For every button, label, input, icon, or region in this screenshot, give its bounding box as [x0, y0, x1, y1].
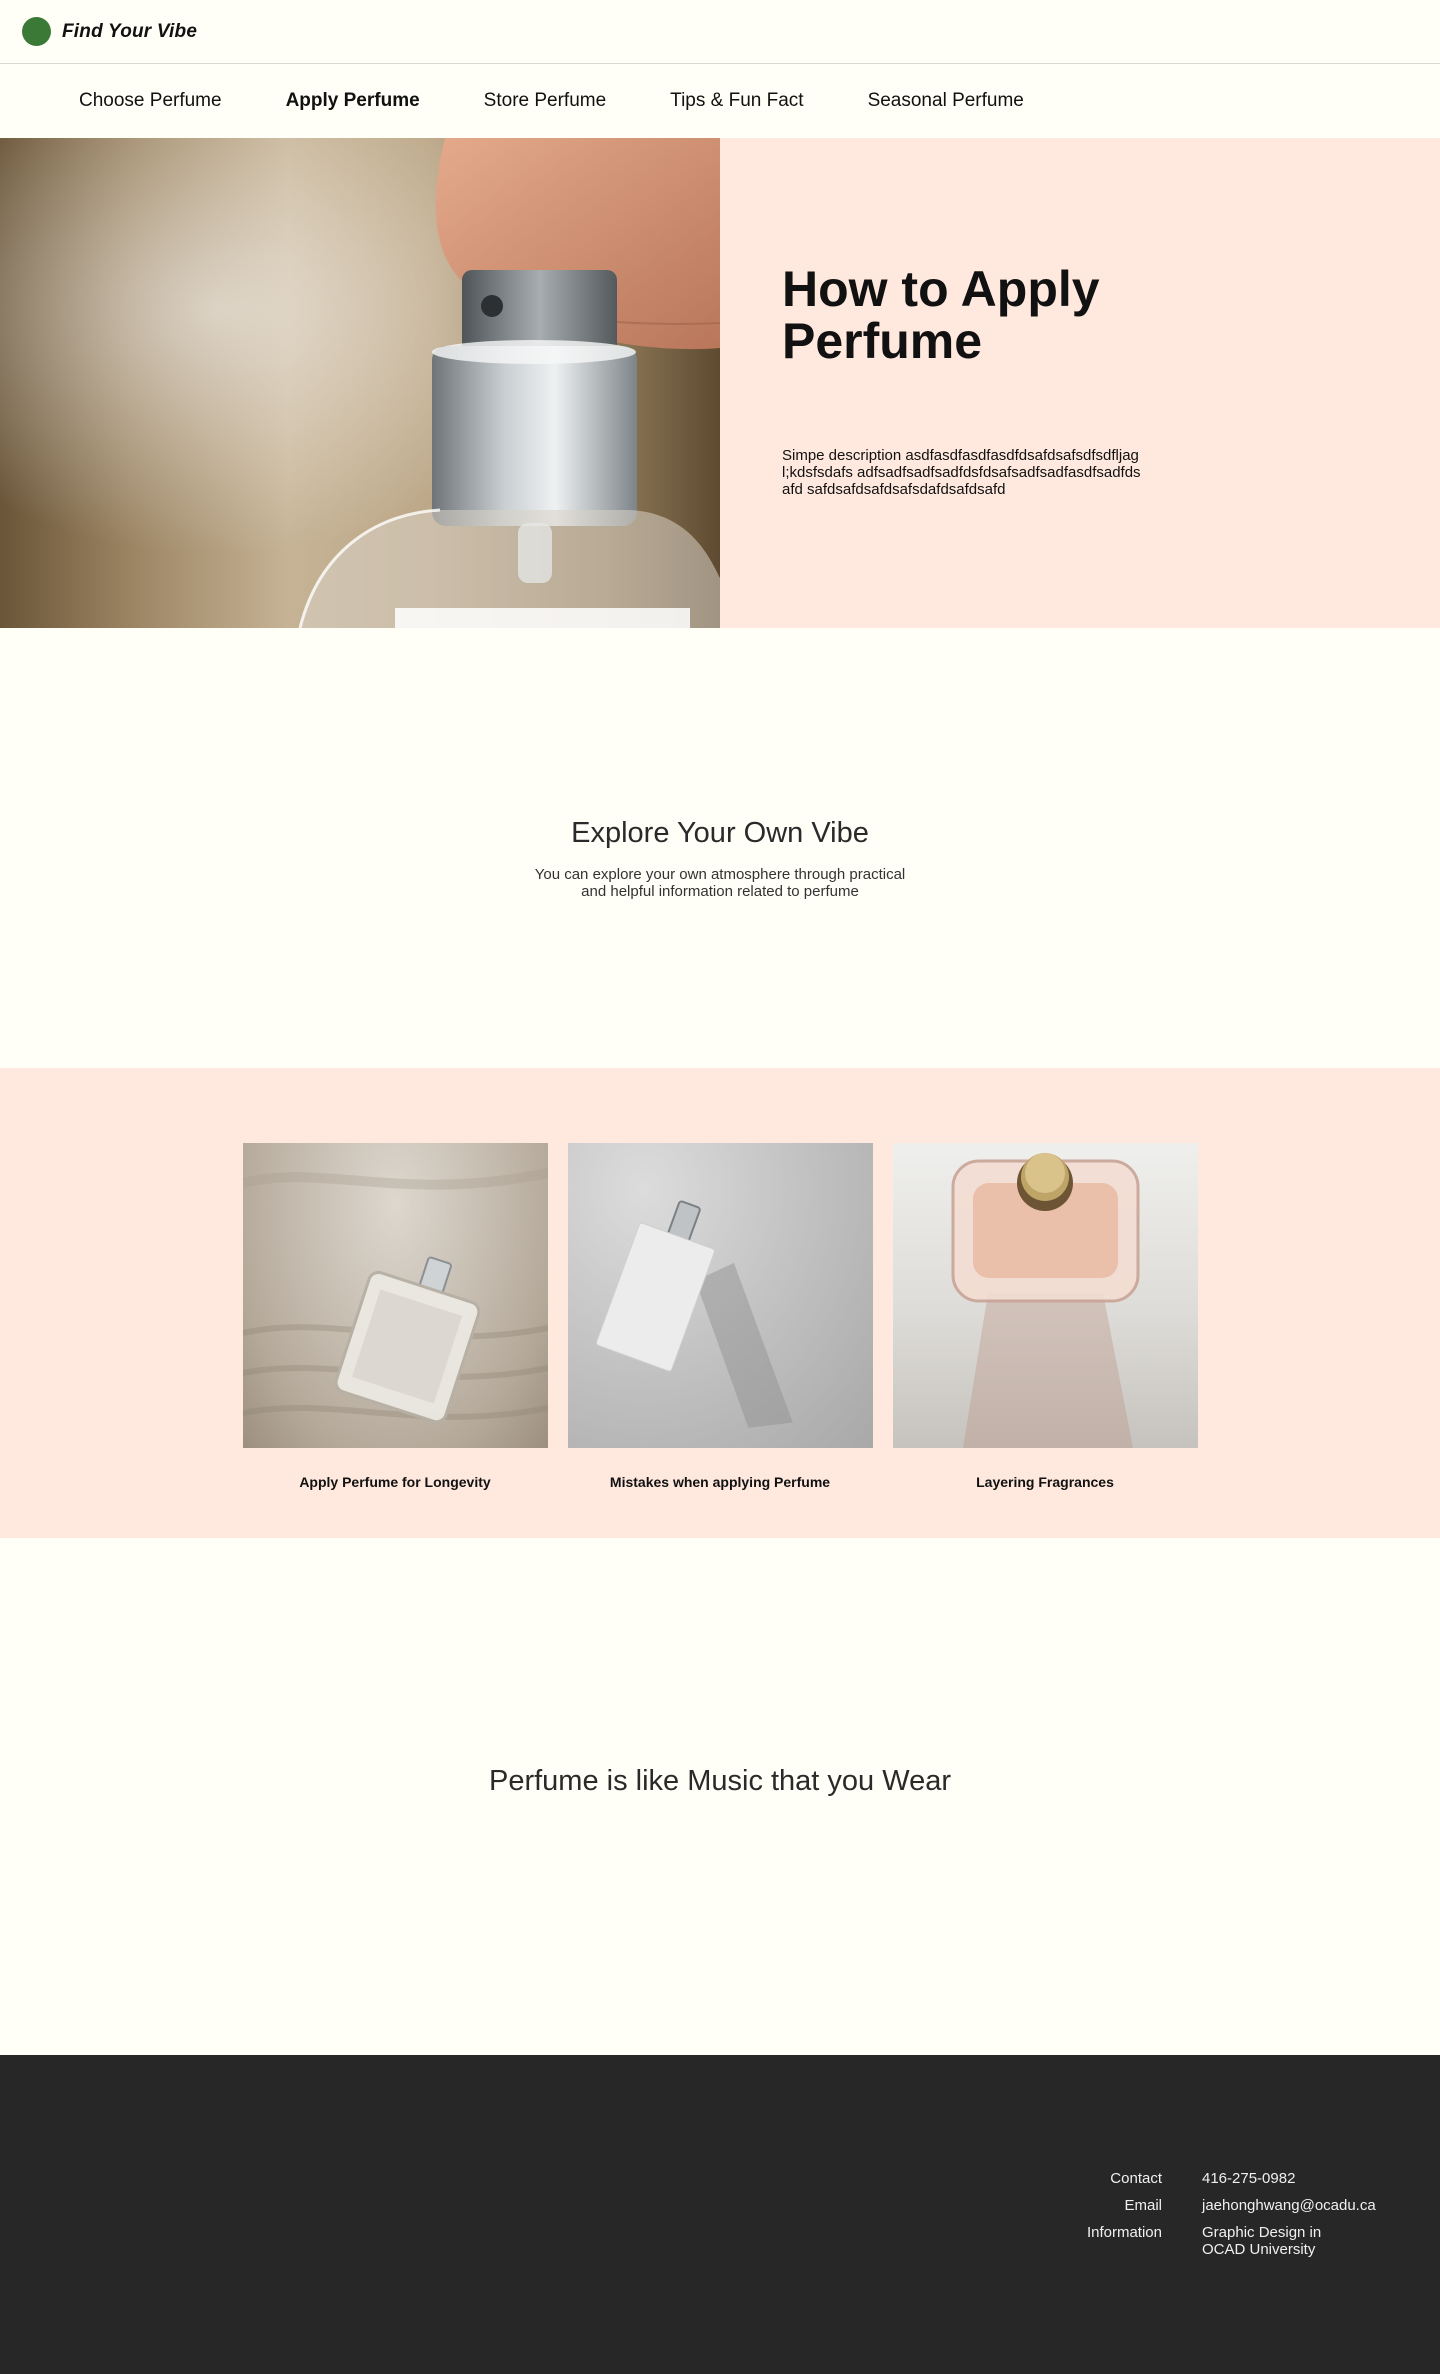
hero-content: How to Apply Perfume Simpe description a… [720, 138, 1440, 628]
nav-item-store-perfume[interactable]: Store Perfume [484, 90, 607, 112]
explore-subtitle: You can explore your own atmosphere thro… [534, 865, 906, 900]
hero-description: Simpe description asdfasdfasdfasdfdsafds… [782, 447, 1141, 498]
information-line-2: OCAD University [1202, 2241, 1316, 2258]
quote-text: Perfume is like Music that you Wear [488, 1765, 952, 1797]
perfume-spray-image [0, 138, 720, 628]
article-card-layering[interactable]: Layering Fragrances [892, 1143, 1198, 1538]
email-label: Email [1124, 2197, 1162, 2214]
information-value: Graphic Design in OCAD University [1202, 2224, 1382, 2258]
site-header: Find Your Vibe [0, 0, 1440, 64]
card-title-layering[interactable]: Layering Fragrances [893, 1474, 1198, 1490]
logo-icon[interactable] [22, 17, 51, 46]
nav-item-seasonal-perfume[interactable]: Seasonal Perfume [868, 90, 1024, 112]
article-cards-section: Apply Perfume for Longevity Mistakes whe… [0, 1068, 1440, 1538]
glass-bottle-illustration [951, 1153, 1139, 1448]
nav-item-apply-perfume[interactable]: Apply Perfume [286, 90, 420, 112]
information-label: Information [1086, 2224, 1162, 2241]
explore-section: Explore Your Own Vibe You can explore yo… [0, 628, 1440, 1068]
information-line-1: Graphic Design in [1202, 2224, 1322, 2241]
article-card-mistakes[interactable]: Mistakes when applying Perfume [567, 1143, 873, 1538]
glass-perfume-bottle-image[interactable] [892, 1143, 1198, 1448]
contact-label: Contact [1110, 2170, 1162, 2187]
nav-item-tips-fun-fact[interactable]: Tips & Fun Fact [670, 90, 803, 112]
quote-section: Perfume is like Music that you Wear [0, 1538, 1440, 2055]
sand-bottle-illustration [242, 1168, 548, 1424]
site-footer: Contact 416-275-0982 Email jaehonghwang@… [0, 2055, 1440, 2374]
explore-title: Explore Your Own Vibe [571, 816, 869, 849]
perfume-spray-illustration [0, 138, 720, 628]
contact-info: Contact 416-275-0982 Email jaehonghwang@… [1045, 2170, 1382, 2258]
site-brand[interactable]: Find Your Vibe [62, 21, 197, 43]
white-perfume-bottle-image[interactable] [567, 1143, 873, 1448]
nav-item-choose-perfume[interactable]: Choose Perfume [79, 90, 222, 112]
main-nav: Choose Perfume Apply Perfume Store Perfu… [0, 64, 1440, 138]
card-title-longevity[interactable]: Apply Perfume for Longevity [243, 1474, 548, 1490]
article-card-longevity[interactable]: Apply Perfume for Longevity [242, 1143, 548, 1538]
hero-section: How to Apply Perfume Simpe description a… [0, 138, 1440, 628]
hero-title: How to Apply Perfume [782, 261, 1100, 369]
contact-email[interactable]: jaehonghwang@ocadu.ca [1202, 2197, 1382, 2214]
contact-phone[interactable]: 416-275-0982 [1202, 2170, 1382, 2187]
perfume-bottle-in-sand-image[interactable] [242, 1143, 548, 1448]
card-title-mistakes[interactable]: Mistakes when applying Perfume [568, 1474, 873, 1490]
white-bottle-illustration [595, 1200, 793, 1428]
